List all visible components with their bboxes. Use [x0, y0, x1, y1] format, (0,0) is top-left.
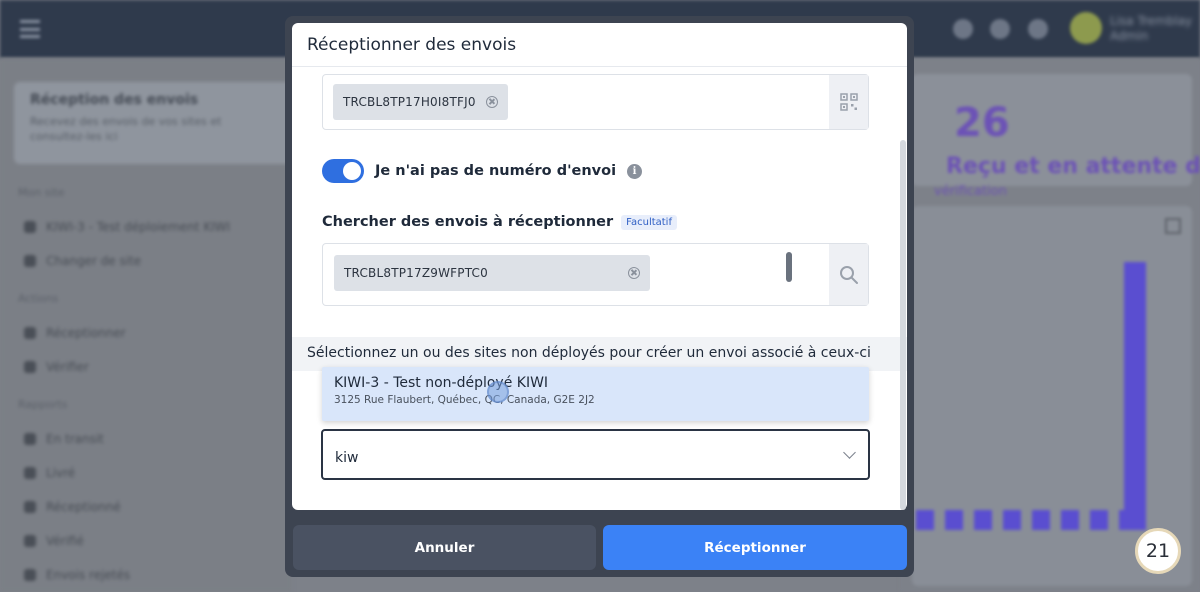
stat-card: 26 Reçu et en attente de vérification [912, 74, 1200, 199]
search-chip-label: TRCBL8TP17Z9WFPTC0 [344, 266, 488, 280]
user-info: Lisa Tremblay Admin [1110, 14, 1192, 44]
info-icon[interactable]: i [627, 163, 643, 179]
chevron-down-icon[interactable] [843, 446, 856, 459]
site-option-kiwi-3[interactable]: KIWI-3 - Test non-déployé KIWI 3125 Rue … [322, 367, 869, 421]
chart-bar-tall [1124, 262, 1146, 530]
avatar[interactable] [1070, 12, 1102, 44]
inbox-icon [24, 501, 36, 513]
remove-chip-icon[interactable] [485, 96, 498, 108]
user-name: Lisa Tremblay [1110, 14, 1193, 28]
modal-header: Réceptionner des envois [292, 23, 907, 67]
no-shipment-number-toggle[interactable] [322, 159, 364, 183]
verified-icon [24, 535, 36, 547]
site-option-name: KIWI-3 - Test non-déployé KIWI [334, 375, 549, 391]
search-label-row: Chercher des envois à réceptionner Facul… [322, 214, 677, 230]
check-icon [24, 361, 36, 373]
sidebar-card-text: Recevez des envois de vos sites et consu… [30, 115, 222, 143]
chart-bar [945, 510, 963, 530]
sidebar-item-rejected[interactable]: Envois rejetés [24, 568, 130, 582]
sidebar-item-change-site[interactable]: Changer de site [24, 254, 141, 268]
chart-bar [1003, 510, 1021, 530]
sites-select-value: kiw [335, 449, 359, 466]
bell-icon[interactable] [953, 19, 973, 39]
sidebar-section-actions: Actions [18, 292, 59, 305]
stat-subtext: vérification [934, 184, 1007, 199]
sidebar: Réception des envois Recevez des envois … [0, 58, 304, 592]
remove-chip-icon[interactable] [628, 267, 640, 279]
shipment-chip: TRCBL8TP17H0I8TFJ0 [333, 84, 508, 120]
swap-icon [24, 255, 36, 267]
qr-scan-button[interactable] [829, 75, 868, 129]
search-chip: TRCBL8TP17Z9WFPTC0 [334, 255, 650, 291]
chart-bar [1090, 510, 1108, 530]
rejected-icon [24, 569, 36, 581]
chart-bar [1032, 510, 1050, 530]
search-label: Chercher des envois à réceptionner [322, 214, 614, 230]
menu-icon[interactable] [20, 20, 40, 38]
sidebar-item-verify[interactable]: Vérifier [24, 360, 89, 374]
no-shipment-number-row: Je n'ai pas de numéro d'envoi i [322, 159, 643, 183]
sidebar-item-site[interactable]: KIWI-3 - Test déploiement KIWI [24, 220, 230, 234]
cancel-button[interactable]: Annuler [293, 525, 596, 570]
shipment-chip-label: TRCBL8TP17H0I8TFJ0 [343, 95, 476, 109]
truck-icon [24, 433, 36, 445]
box-icon [24, 327, 36, 339]
sidebar-item-received[interactable]: Réceptionné [24, 500, 121, 514]
sidebar-card: Réception des envois Recevez des envois … [14, 82, 304, 164]
optional-badge: Facultatif [621, 214, 677, 230]
qr-code-icon [839, 93, 858, 111]
page-number-badge: 21 [1135, 528, 1181, 574]
chart-bar [916, 510, 934, 530]
modal-scrollbar[interactable] [900, 140, 906, 510]
sidebar-section-reports: Rapports [18, 398, 68, 411]
receive-button[interactable]: Réceptionner [603, 525, 907, 570]
receive-shipments-modal: Réceptionner des envois TRCBL8TP17H0I8TF… [292, 23, 907, 510]
toggle-knob [343, 162, 361, 180]
field-scroll-thumb[interactable] [786, 252, 792, 282]
gear-icon[interactable] [990, 19, 1010, 39]
help-icon[interactable] [1028, 19, 1048, 39]
modal-title: Réceptionner des envois [307, 34, 517, 55]
sites-instruction: Sélectionnez un ou des sites non déployé… [292, 337, 907, 371]
expand-icon[interactable] [1165, 218, 1181, 234]
sidebar-item-in-transit[interactable]: En transit [24, 432, 104, 446]
sidebar-item-receive[interactable]: Réceptionner [24, 326, 126, 340]
dashboard-panel: 26 Reçu et en attente de vérification [900, 58, 1200, 592]
search-icon [839, 265, 858, 284]
sites-select[interactable]: kiw [321, 429, 870, 480]
chart-bar [1061, 510, 1079, 530]
stat-text: Reçu et en attente de [946, 154, 1200, 179]
sidebar-item-verified[interactable]: Vérifié [24, 534, 84, 548]
pin-icon [24, 221, 36, 233]
search-button[interactable] [829, 244, 868, 305]
sidebar-card-title: Réception des envois [30, 92, 199, 108]
delivered-icon [24, 467, 36, 479]
mouse-cursor [487, 381, 509, 403]
shipment-number-field[interactable]: TRCBL8TP17H0I8TFJ0 [322, 74, 869, 130]
toggle-label: Je n'ai pas de numéro d'envoi [375, 163, 617, 179]
user-role: Admin [1110, 29, 1149, 43]
chart-bar [974, 510, 992, 530]
sidebar-item-delivered[interactable]: Livré [24, 466, 75, 480]
stat-number: 26 [954, 100, 1010, 146]
sidebar-section-site: Mon site [18, 186, 65, 199]
site-option-address: 3125 Rue Flaubert, Québec, QC, Canada, G… [334, 394, 595, 406]
